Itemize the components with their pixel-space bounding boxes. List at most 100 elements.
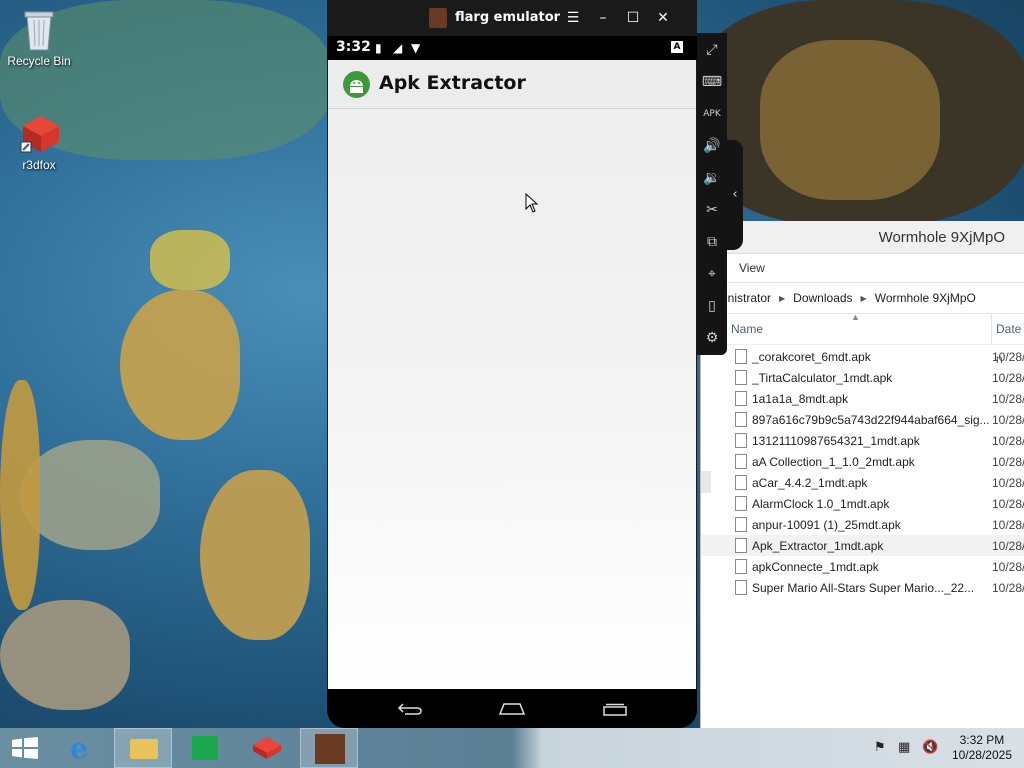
file-name: 897a616c79b9c5a743d22f944abaf664_sig... [752,412,990,427]
emulator-titlebar[interactable]: flarg emulator ☰ – ☐ ✕ [327,0,697,36]
file-icon [735,559,747,574]
file-name: AlarmClock 1.0_1mdt.apk [752,496,890,511]
recent-apps-button[interactable] [602,703,628,717]
collapse-toolbar-button[interactable]: ‹ [727,140,743,250]
breadcrumb-item[interactable]: Downloads [793,291,852,305]
emulator-logo-icon [429,8,447,28]
battery-charging-icon: ▮ [375,41,382,55]
file-icon [735,391,747,406]
store-icon [192,736,218,760]
list-item[interactable]: aCar_4.4.2_1mdt.apk 10/28/ [701,472,1024,493]
explorer-titlebar[interactable]: Wormhole 9XjMpO [701,221,1024,253]
list-item[interactable]: anpur-10091 (1)_25mdt.apk 10/28/ [701,514,1024,535]
chevron-left-icon: ‹ [732,187,738,202]
home-button[interactable] [498,702,526,716]
android-nav-bar [327,689,697,728]
clock-time: 3:32 PM [959,733,1005,747]
file-name: _TirtaCalculator_1mdt.apk [752,370,893,385]
screenshot-scissors-icon[interactable]: ✂ [701,199,723,221]
back-button[interactable] [397,702,423,716]
emulator-window: flarg emulator ☰ – ☐ ✕ 3:32 ▮ ◢ ▼ A Apk … [327,0,697,728]
r3dfox-icon [253,737,281,759]
network-icon[interactable]: ▦ [898,740,910,755]
taskbar-clock[interactable]: 3:32 PM 10/28/2025 [952,733,1012,763]
breadcrumb[interactable]: inistrator ▶ Downloads ▶ Wormhole 9XjMpO [701,283,1024,314]
list-item[interactable]: _TirtaCalculator_1mdt.apk 10/28/ [701,367,1024,388]
list-item[interactable]: AlarmClock 1.0_1mdt.apk 10/28/ [701,493,1024,514]
minimize-button[interactable]: – [593,8,613,28]
list-item[interactable]: apkConnecte_1mdt.apk 10/28/ [701,556,1024,577]
start-button[interactable] [0,728,50,768]
file-date: 10/28/ [992,454,1024,469]
mouse-cursor-icon [525,193,539,213]
sort-ascending-icon: ▲ [851,312,860,322]
column-header-name[interactable]: Name [731,322,763,336]
ribbon-tab-view[interactable]: View [739,261,765,275]
file-name: _corakcoret_6mdt.apk [752,349,871,364]
list-item[interactable]: 13121110987654321_1mdt.apk 10/28/ [701,430,1024,451]
volume-up-icon[interactable]: 🔊 [701,135,723,157]
desktop-icon-recycle-bin[interactable]: Recycle Bin [4,8,74,68]
file-icon [735,349,747,364]
list-item[interactable]: aA Collection_1_1.0_2mdt.apk 10/28/ [701,451,1024,472]
list-item[interactable]: 1a1a1a_8mdt.apk 10/28/ [701,388,1024,409]
fullscreen-icon[interactable]: ⤢ [701,39,723,61]
desktop-icon-r3dfox[interactable]: r3dfox [4,112,74,172]
column-header-row: ▲ Name Date n [701,312,1024,366]
taskbar-file-explorer[interactable] [114,728,172,768]
action-center-flag-icon[interactable]: ⚑ [874,740,886,755]
file-explorer-window: Wormhole 9XjMpO View inistrator ▶ Downlo… [700,221,1024,728]
settings-gear-icon[interactable]: ⚙ [701,327,723,349]
taskbar-flarg-emulator[interactable] [300,728,358,768]
windows-logo-icon [12,737,38,759]
multi-instance-icon[interactable]: ⧉ [701,231,723,253]
file-date: 10/28/ [992,559,1024,574]
notification-badge: A [671,41,683,53]
menu-icon[interactable]: ☰ [563,8,583,28]
file-date: 10/28/ [992,496,1024,511]
volume-down-icon[interactable]: 🔉 [701,167,723,189]
file-list: _corakcoret_6mdt.apk 10/28/ _TirtaCalcula… [701,346,1024,598]
taskbar-r3dfox[interactable] [238,728,296,768]
install-apk-icon[interactable]: APK [701,103,723,125]
close-button[interactable]: ✕ [653,8,673,28]
breadcrumb-item[interactable]: inistrator [725,291,771,305]
location-pin-icon[interactable]: ⌖ [701,263,723,285]
file-date: 10/28/ [992,538,1024,553]
taskbar-internet-explorer[interactable]: e [54,728,112,768]
chevron-right-icon: ▶ [779,293,786,303]
file-icon [735,580,747,595]
keyboard-icon[interactable]: ⌨ [701,71,723,93]
file-date: 10/28/ [992,349,1024,364]
recycle-bin-icon [19,8,59,52]
taskbar-store[interactable] [176,728,234,768]
explorer-ribbon: View [701,253,1024,283]
file-name: anpur-10091 (1)_25mdt.apk [752,517,901,532]
volume-muted-icon[interactable]: 🔇 [922,740,938,755]
emulator-side-toolbar: ⤢ ⌨ APK 🔊 🔉 ✂ ⧉ ⌖ ▯ ⚙ [697,33,727,355]
list-item[interactable]: _corakcoret_6mdt.apk 10/28/ [701,346,1024,367]
app-content-area[interactable] [328,109,696,689]
status-time: 3:32 [336,39,371,55]
shake-icon[interactable]: ▯ [701,295,723,317]
file-icon [735,517,747,532]
wifi-icon: ▼ [411,41,421,55]
app-title: Apk Extractor [379,72,526,94]
maximize-button[interactable]: ☐ [623,8,643,28]
r3dfox-icon [19,112,59,156]
emulator-logo-icon [315,734,345,764]
desktop-icon-label: r3dfox [22,158,56,172]
android-status-bar: 3:32 ▮ ◢ ▼ A [327,36,697,60]
android-robot-icon [343,71,370,98]
list-item-selected[interactable]: Apk_Extractor_1mdt.apk 10/28/ [701,535,1024,556]
list-item[interactable]: 897a616c79b9c5a743d22f944abaf664_sig... 1… [701,409,1024,430]
breadcrumb-item[interactable]: Wormhole 9XjMpO [875,291,976,305]
column-header-date[interactable]: Date n [991,314,1024,366]
file-date: 10/28/ [992,475,1024,490]
file-name: Super Mario All-Stars Super Mario..._22.… [752,580,975,595]
cell-signal-icon: ◢ [393,41,403,55]
file-icon [735,370,747,385]
list-item[interactable]: Super Mario All-Stars Super Mario..._22.… [701,577,1024,598]
file-name: 13121110987654321_1mdt.apk [752,433,920,448]
file-icon [735,538,747,553]
